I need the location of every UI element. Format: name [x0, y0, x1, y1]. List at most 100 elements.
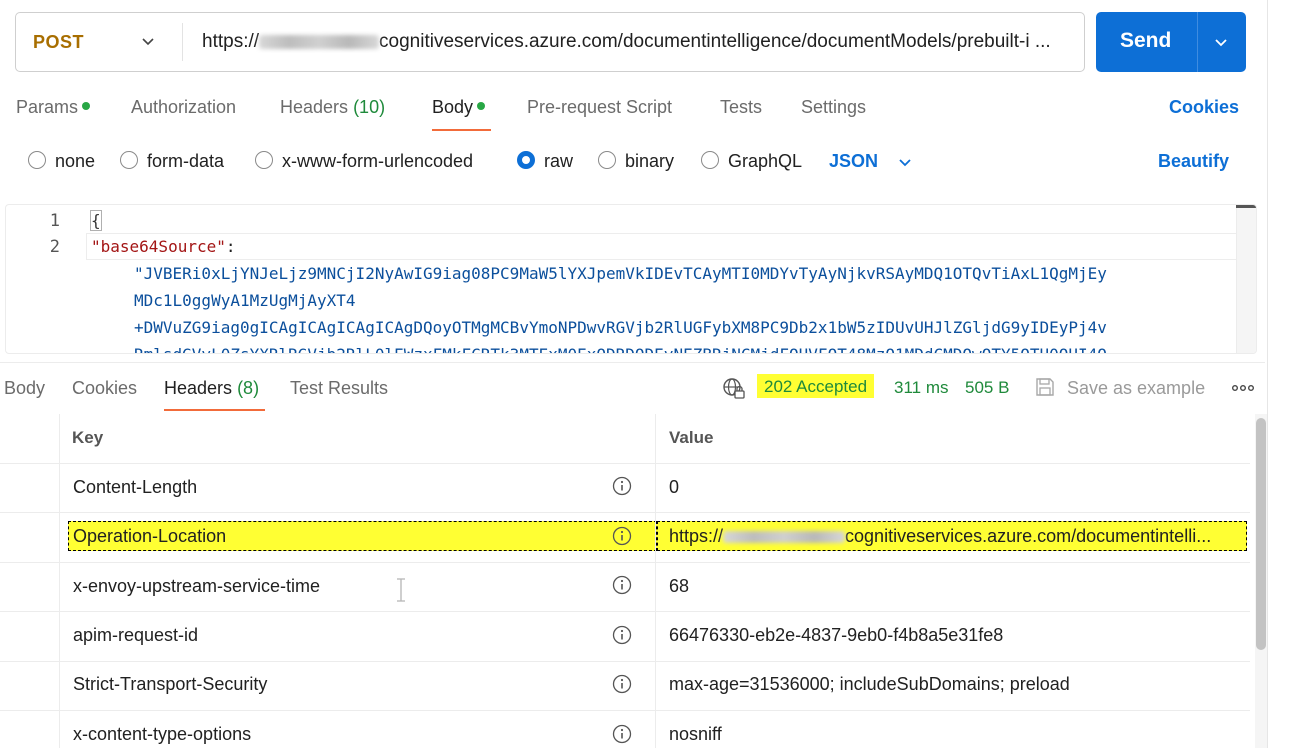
redacted-text: [259, 34, 380, 49]
method-select[interactable]: POST: [16, 13, 182, 71]
status-badge: 202 Accepted: [757, 374, 875, 398]
table-row: x-content-type-options nosniff: [0, 711, 1250, 748]
column-separator: [655, 414, 656, 463]
value-rest: cognitiveservices.azure.com/documentinte…: [845, 526, 1212, 546]
json-colon: :: [225, 237, 236, 256]
row-lead-cell: [0, 463, 60, 512]
header-value: max-age=31536000; includeSubDomains; pre…: [669, 674, 1070, 694]
header-value: 68: [669, 576, 690, 596]
radio-label: form-data: [147, 151, 225, 171]
table-row: Content-Length 0: [0, 463, 1250, 513]
radio-button[interactable]: [701, 151, 719, 170]
column-separator: [655, 612, 656, 661]
format-select[interactable]: JSON: [829, 151, 878, 172]
radio-none[interactable]: none: [28, 151, 95, 172]
editor-scrollbar-thumb[interactable]: [1236, 205, 1256, 208]
table-scrollbar-thumb[interactable]: [1256, 418, 1266, 650]
column-separator: [655, 513, 656, 562]
tab-response-body[interactable]: Body: [4, 378, 45, 399]
info-icon[interactable]: [612, 625, 632, 645]
row-lead-cell: [0, 513, 60, 562]
code-brace: {: [90, 210, 102, 231]
radio-raw[interactable]: raw: [517, 151, 573, 172]
send-button[interactable]: Send: [1096, 12, 1246, 72]
radio-urlencoded[interactable]: x-www-form-urlencoded: [255, 151, 473, 172]
cookies-link[interactable]: Cookies: [1169, 97, 1239, 118]
tab-authorization[interactable]: Authorization: [131, 97, 236, 118]
info-icon[interactable]: [612, 476, 632, 496]
header-value: https:// cognitiveservices.azure.com/docu…: [669, 526, 1247, 547]
header-key: x-envoy-upstream-service-time: [73, 576, 321, 596]
line-number: 1: [49, 211, 60, 231]
tab-prerequest-script[interactable]: Pre-request Script: [527, 97, 672, 118]
chevron-down-icon[interactable]: [1213, 34, 1229, 50]
panel-edge: [1267, 0, 1268, 748]
tab-tests[interactable]: Tests: [720, 97, 762, 118]
headers-count: (10): [353, 97, 386, 117]
radio-label: GraphQL: [728, 151, 803, 171]
globe-lock-icon[interactable]: [722, 376, 746, 400]
radio-graphql[interactable]: GraphQL: [701, 151, 802, 172]
info-icon[interactable]: [612, 674, 632, 694]
tab-settings[interactable]: Settings: [801, 97, 866, 118]
table-row: x-envoy-upstream-service-time 68: [0, 562, 1250, 612]
tab-response-cookies[interactable]: Cookies: [72, 378, 137, 399]
headers-count: (8): [237, 378, 260, 398]
tab-params[interactable]: Params: [16, 97, 91, 118]
url-input[interactable]: https:// cognitiveservices.azure.com/docu…: [202, 31, 1072, 53]
row-lead-cell: [0, 562, 60, 611]
header-value: nosniff: [669, 724, 722, 744]
status-dot: [82, 102, 91, 111]
editor-scrollbar[interactable]: [1236, 205, 1256, 353]
tab-response-headers[interactable]: Headers (8): [164, 378, 259, 399]
radio-form-data[interactable]: form-data: [120, 151, 224, 172]
body-editor[interactable]: 1 2 { "base64Source": "JVBERi0xLjYNJeLjz…: [5, 204, 1257, 354]
code-line-2: "base64Source":: [91, 237, 236, 256]
radio-button[interactable]: [255, 151, 273, 170]
url-rest: cognitiveservices.azure.com/documentinte…: [379, 31, 1051, 52]
chevron-down-icon[interactable]: [897, 154, 913, 170]
table-row: apim-request-id 66476330-eb2e-4837-9eb0-…: [0, 612, 1250, 662]
header-value: 0: [669, 477, 680, 497]
radio-button[interactable]: [598, 151, 616, 170]
header-key: x-content-type-options: [73, 724, 252, 744]
tab-headers[interactable]: Headers (10): [280, 97, 385, 118]
status-dot: [477, 102, 486, 111]
json-value-line: "JVBERi0xLjYNJeLjz9MNCjI2NyAwIG9iag08PC9…: [134, 264, 1107, 283]
current-line-highlight: [86, 233, 1256, 260]
response-divider: [0, 362, 1265, 363]
save-as-example-button[interactable]: Save as example: [1067, 378, 1205, 399]
tab-body[interactable]: Body: [432, 97, 486, 118]
column-separator: [655, 562, 656, 611]
radio-binary[interactable]: binary: [598, 151, 674, 172]
more-icon[interactable]: [1232, 384, 1254, 392]
url-prefix: https://: [202, 31, 260, 52]
radio-button-selected[interactable]: [517, 151, 535, 170]
radio-button[interactable]: [28, 151, 46, 170]
header-key: apim-request-id: [73, 625, 199, 645]
value-prefix: https://: [669, 526, 724, 546]
table-row: Operation-Location https:// cognitiveserv…: [0, 513, 1250, 563]
column-header-key: Key: [72, 428, 104, 447]
info-icon[interactable]: [612, 724, 632, 744]
url-separator: [182, 23, 183, 61]
send-label: Send: [1120, 29, 1172, 52]
radio-label: raw: [544, 151, 574, 171]
response-time: 311 ms: [894, 378, 949, 397]
info-icon[interactable]: [612, 575, 632, 595]
tab-test-results[interactable]: Test Results: [290, 378, 388, 399]
send-separator: [1197, 12, 1198, 72]
save-icon: [1036, 378, 1054, 396]
column-header-value: Value: [669, 428, 714, 447]
json-key: "base64Source": [91, 237, 226, 256]
row-lead-cell: [0, 661, 60, 710]
tab-label: Headers: [164, 378, 233, 398]
info-icon[interactable]: [612, 526, 632, 546]
active-tab-indicator: [432, 129, 491, 131]
json-value-line: MDc1L0ggWyA1MzUgMjAyXT4: [134, 291, 356, 310]
row-lead-cell: [0, 612, 60, 661]
line-number: 2: [49, 237, 60, 257]
beautify-button[interactable]: Beautify: [1158, 151, 1229, 172]
radio-button[interactable]: [120, 151, 138, 170]
row-lead-cell: [0, 414, 60, 463]
